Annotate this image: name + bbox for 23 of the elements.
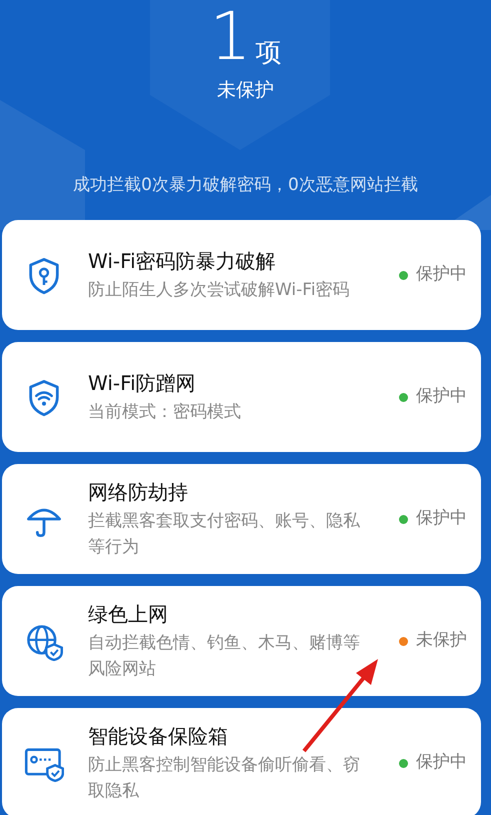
status-label: 未保护 xyxy=(217,78,274,103)
feature-title: 网络防劫持 xyxy=(88,479,189,506)
feature-title: Wi-Fi防蹭网 xyxy=(88,370,197,397)
count: 1 xyxy=(210,4,252,70)
status-text: 保护中 xyxy=(416,263,467,286)
unit: 项 xyxy=(256,37,282,70)
feature-description: 防止陌生人多次尝试破解Wi-Fi密码 xyxy=(88,279,351,302)
status-text: 保护中 xyxy=(416,507,467,530)
feature-description: 自动拦截色情、钓鱼、木马、赌博等风险网站 xyxy=(88,632,360,681)
feature-title: Wi-Fi密码防暴力破解 xyxy=(88,248,277,275)
status-text: 保护中 xyxy=(416,751,467,774)
feature-description: 拦截黑客套取支付密码、账号、隐私等行为 xyxy=(88,510,360,559)
feature-card[interactable]: 智能设备保险箱 防止黑客控制智能设备偷听偷看、窃取隐私 保护中 xyxy=(2,708,481,815)
status-text: 保护中 xyxy=(416,385,467,408)
stats-text: 成功拦截0次暴力破解密码，0次恶意网站拦截 xyxy=(73,174,418,196)
feature-card[interactable]: Wi-Fi防蹭网 当前模式：密码模式 保护中 xyxy=(2,342,481,452)
status-text: 未保护 xyxy=(416,629,467,652)
feature-title: 绿色上网 xyxy=(88,601,169,628)
feature-card[interactable]: 绿色上网 自动拦截色情、钓鱼、木马、赌博等风险网站 未保护 xyxy=(2,586,481,696)
feature-description: 防止黑客控制智能设备偷听偷看、窃取隐私 xyxy=(88,754,360,803)
feature-card[interactable]: 网络防劫持 拦截黑客套取支付密码、账号、隐私等行为 保护中 xyxy=(2,464,481,574)
feature-title: 智能设备保险箱 xyxy=(88,723,229,750)
feature-description: 当前模式：密码模式 xyxy=(88,401,242,424)
